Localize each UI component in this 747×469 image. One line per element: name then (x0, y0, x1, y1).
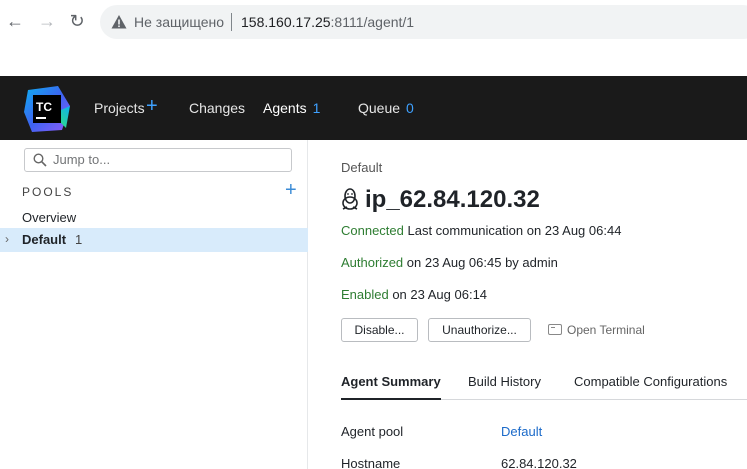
queue-count: 0 (406, 100, 414, 116)
browser-toolbar: ← → ↻ Не защищено 158.160.17.25:8111/age… (0, 0, 747, 44)
url-path: :8111/agent/1 (330, 14, 415, 30)
sidebar: POOLS + Overview › Default 1 (0, 140, 308, 469)
reload-icon[interactable]: ↻ (66, 10, 88, 32)
prop-agent-pool-key: Agent pool (341, 424, 404, 439)
pools-heading: POOLS (22, 185, 74, 199)
prop-agent-pool-value[interactable]: Default (501, 424, 542, 439)
add-project-plus-icon[interactable]: + (146, 95, 158, 118)
enabled-detail: on 23 Aug 06:14 (388, 287, 488, 302)
nav-projects-label: Projects (94, 100, 145, 116)
forward-arrow-icon[interactable]: → (36, 10, 58, 32)
sidebar-item-overview[interactable]: Overview (22, 210, 76, 225)
authorized-status: Authorized on 23 Aug 06:45 by admin (341, 255, 558, 270)
tab-build-history[interactable]: Build History (468, 374, 541, 400)
prop-hostname-value: 62.84.120.32 (501, 456, 577, 469)
add-pool-plus-icon[interactable]: + (285, 180, 297, 200)
disable-button[interactable]: Disable... (341, 318, 418, 342)
sidebar-item-default[interactable]: › Default 1 (0, 228, 308, 252)
jump-to-search[interactable] (24, 148, 292, 172)
insecure-label[interactable]: Не защищено (134, 14, 224, 30)
nav-queue[interactable]: Queue 0 (358, 100, 414, 116)
nav-queue-label: Queue (358, 100, 401, 116)
connected-word: Connected (341, 223, 404, 238)
page-title: ip_62.84.120.32 (341, 186, 540, 214)
agent-details: Default ip_62.84.120.32 Connected Last c… (309, 140, 747, 469)
linux-penguin-icon (342, 188, 358, 210)
terminal-icon (548, 324, 562, 335)
enabled-word: Enabled (341, 287, 389, 302)
open-terminal-label: Open Terminal (567, 323, 645, 337)
back-arrow-icon[interactable]: ← (4, 10, 26, 32)
open-terminal-link[interactable]: Open Terminal (548, 323, 645, 337)
url-host: 158.160.17.25 (241, 14, 331, 30)
nav-projects[interactable]: Projects + (94, 95, 158, 117)
search-input[interactable] (53, 152, 283, 167)
tab-compatible-configurations[interactable]: Compatible Configurations (574, 374, 727, 400)
nav-changes[interactable]: Changes (189, 100, 245, 116)
agents-count: 1 (312, 100, 321, 116)
search-icon (33, 153, 47, 167)
url-text[interactable]: 158.160.17.25:8111/agent/1 (241, 14, 414, 30)
nav-agents[interactable]: Agents 1 (263, 100, 320, 116)
authorized-word: Authorized (341, 255, 404, 270)
agent-tabs: Agent Summary Build History Compatible C… (341, 374, 747, 400)
sidebar-item-default-count: 1 (75, 232, 83, 247)
logo-text: TC (36, 100, 52, 114)
authorized-detail: on 23 Aug 06:45 by admin (403, 255, 558, 270)
teamcity-logo[interactable]: TC (22, 84, 72, 134)
unauthorize-button[interactable]: Unauthorize... (428, 318, 531, 342)
address-separator (231, 13, 232, 31)
warning-triangle-icon[interactable] (111, 14, 127, 30)
connected-status: Connected Last communication on 23 Aug 0… (341, 223, 621, 238)
sidebar-item-default-label: Default (22, 232, 67, 247)
breadcrumb[interactable]: Default (341, 160, 382, 175)
address-bar[interactable]: Не защищено 158.160.17.25:8111/agent/1 (100, 5, 747, 39)
tab-agent-summary[interactable]: Agent Summary (341, 374, 441, 400)
chevron-right-icon[interactable]: › (5, 232, 9, 246)
enabled-status: Enabled on 23 Aug 06:14 (341, 287, 487, 302)
nav-agents-label: Agents (263, 100, 307, 116)
nav-changes-label: Changes (189, 100, 246, 116)
prop-hostname-key: Hostname (341, 456, 401, 469)
app-header: TC Projects + Changes Agents 1 Queue 0 (0, 76, 747, 140)
connected-detail: Last communication on 23 Aug 06:44 (403, 223, 622, 238)
agent-name: ip_62.84.120.32 (365, 186, 540, 213)
